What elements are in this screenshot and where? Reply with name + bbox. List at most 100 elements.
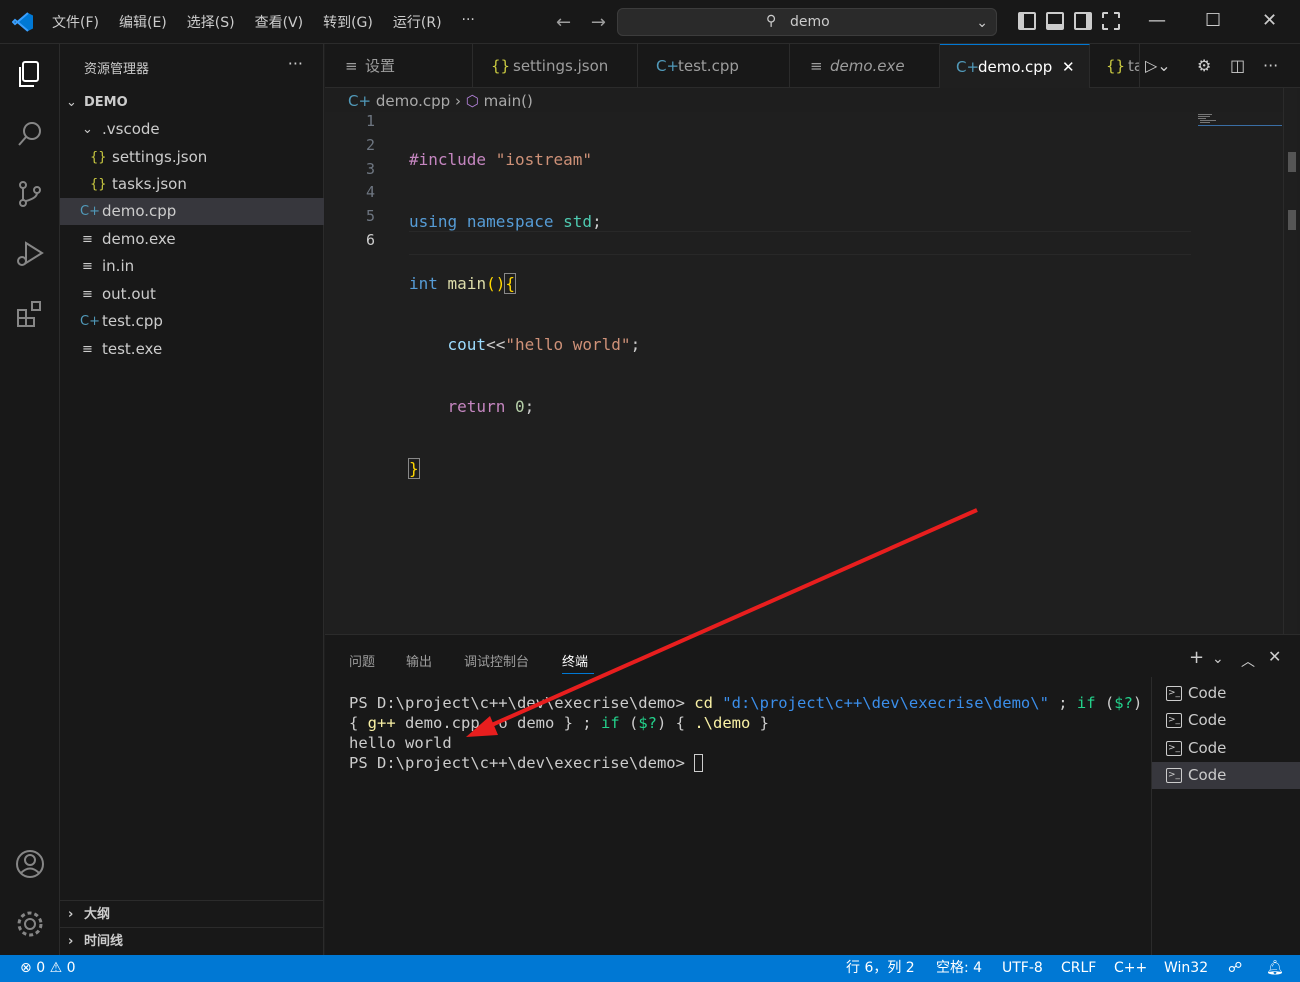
terminal-instance[interactable]: >_ Code — [1152, 762, 1300, 789]
sidebar-title: 资源管理器 — [84, 62, 150, 77]
toggle-panel-icon[interactable] — [1046, 12, 1064, 30]
tree-item-out[interactable]: ≡ out.out — [60, 281, 324, 308]
json-file-icon: {} — [491, 57, 511, 75]
tab-settings[interactable]: ≡ 设置 — [325, 44, 473, 88]
code-editor[interactable]: 1 2 3 4 5 6 #include "iostream" using na… — [325, 112, 1285, 634]
tree-item-label: demo.cpp — [102, 202, 177, 220]
breadcrumb-symbol[interactable]: main() — [484, 92, 533, 110]
code-content[interactable]: #include "iostream" using namespace std;… — [408, 112, 640, 521]
maximize-panel-icon[interactable]: ︿ — [1241, 651, 1255, 671]
line-number: 1 — [365, 112, 375, 130]
close-panel-icon[interactable]: ✕ — [1268, 647, 1281, 666]
terminal-icon: >_ — [1166, 768, 1182, 783]
language-mode[interactable]: C++ — [1114, 955, 1147, 982]
warning-count: 0 — [66, 960, 76, 976]
menu-go[interactable]: 转到(G) — [323, 12, 373, 32]
encoding[interactable]: UTF-8 — [1002, 955, 1043, 982]
command-center-search[interactable]: ⚲ demo ⌄ — [617, 8, 997, 36]
toggle-sidebar-icon[interactable] — [1018, 12, 1036, 30]
maximize-icon[interactable]: ☐ — [1205, 10, 1221, 31]
file-lines-icon: ≡ — [82, 232, 93, 247]
tab-label: settings.json — [513, 57, 609, 75]
explorer-icon[interactable] — [14, 58, 46, 90]
run-code-icon[interactable]: ▷⌄ — [1145, 56, 1171, 75]
menu-more[interactable]: ··· — [462, 12, 475, 32]
tab-demo-cpp[interactable]: C+ demo.cpp ✕ — [940, 44, 1090, 88]
tab-settings-json[interactable]: {} settings.json — [473, 44, 638, 88]
tab-test-cpp[interactable]: C+ test.cpp — [638, 44, 790, 88]
indentation[interactable]: 空格: 4 — [936, 955, 982, 982]
tree-item-vscode[interactable]: ⌄ .vscode — [60, 116, 324, 143]
search-icon[interactable] — [14, 118, 46, 150]
terminal-instance[interactable]: >_ Code — [1152, 735, 1300, 762]
tab-label: ta — [1128, 57, 1139, 75]
terminal-instance-label: Code — [1188, 739, 1227, 757]
tab-demo-exe[interactable]: ≡ demo.exe — [790, 44, 940, 88]
chevron-down-icon[interactable]: ⌄ — [1212, 651, 1224, 667]
breadcrumb-file[interactable]: demo.cpp — [376, 92, 450, 110]
tree-item-tasks-json[interactable]: {} tasks.json — [60, 171, 324, 198]
symbol-method-icon: ⬡ — [465, 92, 479, 110]
notifications-bell-icon[interactable]: 🔔︎ — [1266, 955, 1284, 982]
forward-arrow-icon[interactable]: → — [591, 12, 606, 33]
tree-item-in[interactable]: ≡ in.in — [60, 253, 324, 280]
menu-view[interactable]: 查看(V) — [255, 12, 304, 32]
new-terminal-icon[interactable]: + — [1189, 647, 1204, 668]
close-window-icon[interactable]: ✕ — [1262, 10, 1277, 31]
file-lines-icon: ≡ — [82, 287, 93, 302]
toggle-secondary-sidebar-icon[interactable] — [1074, 12, 1092, 30]
editor-scrollbar[interactable] — [1283, 88, 1297, 634]
timeline-label: 时间线 — [84, 934, 124, 949]
minimize-icon[interactable]: — — [1148, 10, 1166, 31]
terminal-output[interactable]: PS D:\project\c++\dev\execrise\demo> cd … — [349, 693, 1142, 773]
cursor-position[interactable]: 行 6，列 2 — [846, 955, 915, 982]
tab-problems[interactable]: 问题 — [349, 651, 375, 670]
tree-item-test-cpp[interactable]: C+ test.cpp — [60, 308, 324, 335]
menu-file[interactable]: 文件(F) — [52, 12, 99, 32]
terminal-instance[interactable]: >_ Code — [1152, 680, 1300, 707]
tree-item-demo-exe[interactable]: ≡ demo.exe — [60, 226, 324, 253]
source-control-icon[interactable] — [14, 178, 46, 210]
split-editor-icon[interactable]: ◫ — [1230, 56, 1245, 75]
warning-icon: ⚠ — [49, 960, 63, 976]
menu-edit[interactable]: 编辑(E) — [119, 12, 167, 32]
terminal-instance[interactable]: >_ Code — [1152, 707, 1300, 734]
scroll-indicator — [1288, 210, 1296, 230]
bottom-panel: 问题 输出 调试控制台 终端 + ⌄ ︿ ✕ PS D:\project\c++… — [325, 634, 1300, 956]
tab-debug-console[interactable]: 调试控制台 — [464, 651, 529, 670]
platform[interactable]: Win32 — [1164, 955, 1208, 982]
cpp-file-icon: C+ — [80, 314, 100, 329]
menu-selection[interactable]: 选择(S) — [187, 12, 235, 32]
extensions-icon[interactable] — [14, 298, 46, 330]
feedback-icon[interactable]: ☍ — [1228, 955, 1242, 982]
folder-root[interactable]: ⌄ DEMO — [60, 89, 324, 116]
tree-item-settings-json[interactable]: {} settings.json — [60, 144, 324, 171]
breadcrumb: C+ demo.cpp › ⬡ main() — [348, 92, 533, 110]
customize-layout-icon[interactable] — [1102, 12, 1120, 30]
settings-gear-icon[interactable] — [14, 908, 46, 940]
search-text: demo — [790, 14, 830, 30]
outline-section[interactable]: › 大纲 — [60, 900, 324, 927]
run-debug-icon[interactable] — [14, 238, 46, 270]
timeline-section[interactable]: › 时间线 — [60, 927, 324, 954]
tab-output[interactable]: 输出 — [406, 651, 432, 670]
minimap[interactable] — [1198, 112, 1282, 132]
cpp-file-icon: C+ — [348, 92, 372, 110]
problems-status[interactable]: ⊗ 0 ⚠ 0 — [20, 955, 76, 982]
tab-terminal[interactable]: 终端 — [562, 651, 595, 674]
close-tab-icon[interactable]: ✕ — [1062, 45, 1075, 89]
tree-item-demo-cpp[interactable]: C+ demo.cpp — [60, 198, 324, 225]
tab-tasks-json[interactable]: {} ta — [1090, 44, 1140, 88]
line-ending[interactable]: CRLF — [1061, 955, 1096, 982]
tree-item-test-exe[interactable]: ≡ test.exe — [60, 336, 324, 363]
menu-run[interactable]: 运行(R) — [393, 12, 442, 32]
more-actions-icon[interactable]: ··· — [1263, 56, 1278, 75]
chevron-down-icon[interactable]: ⌄ — [976, 15, 988, 31]
more-actions-icon[interactable]: ··· — [288, 54, 303, 73]
settings-gear-icon[interactable]: ⚙ — [1197, 56, 1211, 75]
search-icon: ⚲ — [766, 13, 777, 29]
back-arrow-icon[interactable]: ← — [556, 12, 571, 33]
accounts-icon[interactable] — [14, 848, 46, 880]
line-number: 5 — [365, 207, 375, 226]
vscode-logo-icon[interactable] — [12, 12, 34, 32]
